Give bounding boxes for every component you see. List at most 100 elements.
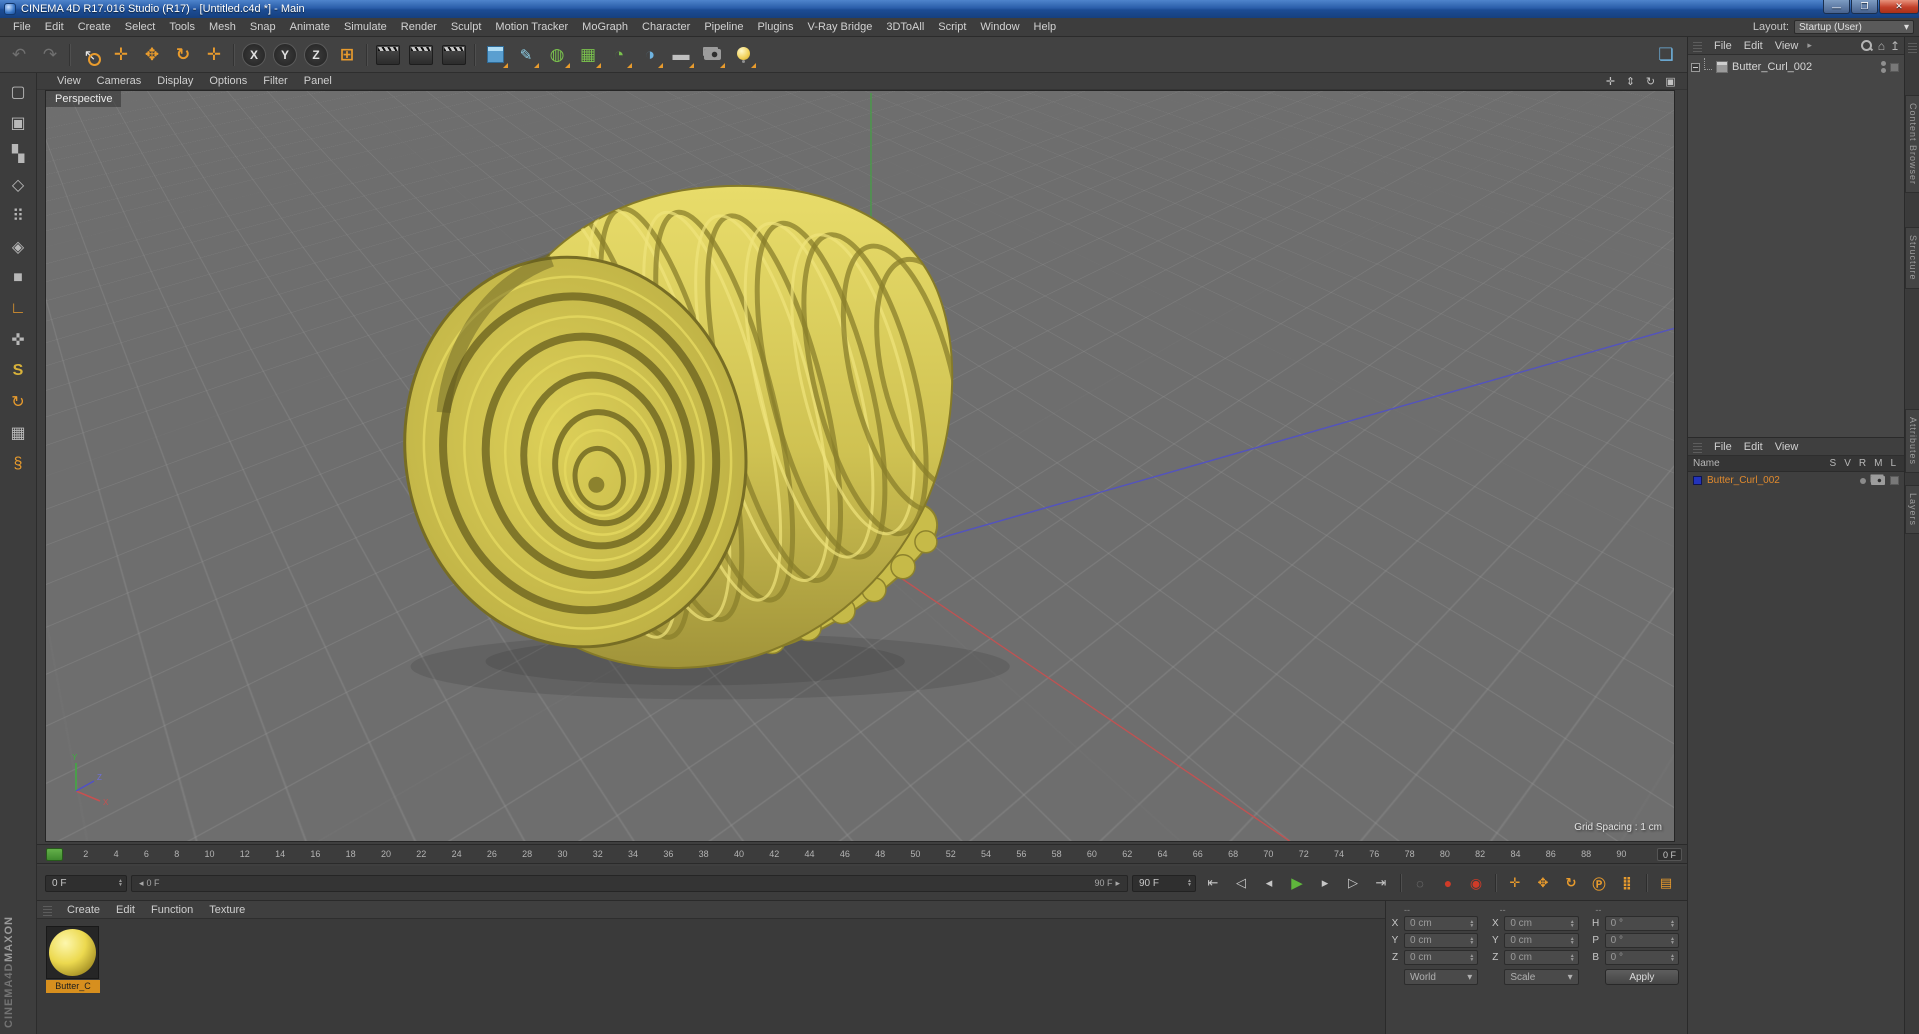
menu-item[interactable]: Simulate [337, 19, 394, 35]
lock-x-axis-button[interactable]: X [242, 42, 266, 67]
display-state-icon[interactable] [1890, 62, 1899, 72]
close-button[interactable]: ✕ [1879, 0, 1919, 14]
current-frame-marker[interactable] [46, 848, 63, 861]
make-editable-button[interactable]: ▢ [4, 78, 32, 106]
panel-grip[interactable] [1693, 440, 1702, 453]
record-scale-button[interactable]: ✥ [1530, 871, 1556, 895]
stepper-icon[interactable]: ▲ ▼ [1187, 879, 1193, 888]
viewport-menu-item[interactable]: Options [201, 75, 255, 87]
menu-item[interactable]: Tools [162, 19, 202, 35]
layer-manager-menu-item[interactable]: Edit [1738, 441, 1769, 453]
lock-z-axis-button[interactable]: Z [304, 42, 328, 67]
menu-item[interactable]: Select [118, 19, 163, 35]
edges-mode-button[interactable]: ◈ [4, 233, 32, 261]
viewport-menu-item[interactable]: View [49, 75, 89, 87]
add-spline-button[interactable]: ✎ [511, 40, 541, 70]
menu-item[interactable]: Character [635, 19, 697, 35]
layer-name[interactable]: Butter_Curl_002 [1707, 475, 1780, 486]
snap-toggle-button[interactable]: S [4, 357, 32, 385]
size-y-field[interactable]: 0 cm ▲ ▼ [1504, 933, 1579, 948]
panel-grip[interactable] [1693, 39, 1702, 52]
menu-item[interactable]: MoGraph [575, 19, 635, 35]
undo-button[interactable]: ↶ [4, 40, 34, 70]
apply-button[interactable]: Apply [1604, 969, 1679, 985]
lock-y-axis-button[interactable]: Y [273, 42, 297, 67]
panel-grip[interactable] [43, 903, 52, 916]
material-menu-item[interactable]: Edit [108, 904, 143, 916]
next-key-button[interactable]: ▷ [1340, 871, 1366, 895]
timeline-ruler[interactable]: 0246810121416182022242628303234363840424… [37, 844, 1687, 864]
material-item[interactable]: Butter_C [46, 926, 100, 993]
menu-item[interactable]: Animate [283, 19, 337, 35]
record-parameter-button[interactable]: Ⓟ [1586, 871, 1612, 895]
world-dropdown[interactable]: World ▾ [1404, 969, 1479, 985]
render-view-button[interactable] [373, 40, 403, 70]
minimize-button[interactable]: — [1823, 0, 1850, 14]
zoom-view-icon[interactable]: ⇕ [1622, 74, 1639, 88]
workplane-snap-button[interactable]: ↻ [4, 388, 32, 416]
goto-start-button[interactable]: ⇤ [1200, 871, 1226, 895]
material-menu-item[interactable]: Function [143, 904, 201, 916]
coordinate-system-button[interactable]: ⊞ [332, 40, 362, 70]
next-frame-button[interactable]: ▸ [1312, 871, 1338, 895]
end-frame-field[interactable]: 90 F ▲ ▼ [1132, 874, 1196, 892]
add-generator-button[interactable]: ◔ [604, 40, 634, 70]
object-manager-menu-item[interactable]: Edit [1738, 40, 1769, 52]
record-rotation-button[interactable]: ↻ [1558, 871, 1584, 895]
menu-item[interactable]: File [6, 19, 38, 35]
cube-object-icon[interactable] [1716, 61, 1728, 73]
rotation-b-field[interactable]: 0 ° ▲ ▼ [1604, 950, 1679, 965]
tab-layers[interactable]: Layers [1905, 485, 1919, 535]
solo-dot-icon[interactable] [1860, 477, 1866, 484]
search-icon[interactable] [1860, 39, 1873, 52]
position-x-field[interactable]: 0 cm ▲ ▼ [1404, 916, 1479, 931]
render-settings-button[interactable] [439, 40, 469, 70]
lock-state-icon[interactable] [1890, 476, 1899, 485]
scale-dropdown[interactable]: Scale ▾ [1504, 969, 1579, 985]
add-primitive-button[interactable] [480, 40, 510, 70]
rotation-h-field[interactable]: 0 ° ▲ ▼ [1604, 916, 1679, 931]
size-z-field[interactable]: 0 cm ▲ ▼ [1504, 950, 1579, 965]
quantize-button[interactable]: § [4, 450, 32, 478]
menu-item[interactable]: Plugins [750, 19, 800, 35]
object-row[interactable]: Butter_Curl_002 [1688, 58, 1904, 76]
last-used-tool-button[interactable]: ✛ [199, 40, 229, 70]
keyframe-selection-button[interactable]: ◌ [1407, 871, 1433, 895]
stepper-icon[interactable]: ▲ ▼ [118, 879, 124, 888]
rotate-view-icon[interactable]: ↻ [1642, 74, 1659, 88]
perspective-viewport[interactable]: Perspective Grid Spacing : 1 cm Y X Z [45, 90, 1675, 842]
menu-item[interactable]: Motion Tracker [488, 19, 575, 35]
size-x-field[interactable]: 0 cm ▲ ▼ [1504, 916, 1579, 931]
viewport-menu-item[interactable]: Filter [255, 75, 295, 87]
lock-workplane-button[interactable]: ▦ [4, 419, 32, 447]
rotation-p-field[interactable]: 0 ° ▲ ▼ [1604, 933, 1679, 948]
add-light-button[interactable] [728, 40, 758, 70]
object-name[interactable]: Butter_Curl_002 [1732, 61, 1812, 73]
menu-item[interactable]: Help [1027, 19, 1064, 35]
toggle-view-icon[interactable]: ▣ [1662, 74, 1679, 88]
redo-button[interactable]: ↷ [35, 40, 65, 70]
tab-attributes[interactable]: Attributes [1905, 409, 1919, 474]
viewport-label[interactable]: Perspective [46, 91, 122, 107]
object-manager-menu-item[interactable]: View [1769, 40, 1805, 52]
home-icon[interactable]: ⌂ [1878, 39, 1885, 53]
viewport-menu-item[interactable]: Panel [296, 75, 340, 87]
add-camera-button[interactable] [697, 40, 727, 70]
tab-content-browser[interactable]: Content Browser [1905, 95, 1919, 194]
goto-end-button[interactable]: ⇥ [1368, 871, 1394, 895]
object-manager[interactable]: Butter_Curl_002 [1688, 55, 1904, 437]
material-menu-item[interactable]: Texture [201, 904, 253, 916]
layer-manager-menu-item[interactable]: View [1769, 441, 1805, 453]
menu-item[interactable]: Sculpt [444, 19, 489, 35]
prev-key-button[interactable]: ◁ [1228, 871, 1254, 895]
add-environment-button[interactable]: ▬ [666, 40, 696, 70]
camera-icon[interactable] [1871, 476, 1885, 485]
menu-item[interactable]: V-Ray Bridge [801, 19, 880, 35]
tweak-mode-button[interactable]: ✜ [4, 326, 32, 354]
add-deformer-button[interactable]: ◑ [635, 40, 665, 70]
current-frame-field[interactable]: 0 F ▲ ▼ [45, 874, 127, 892]
layout-palette-button[interactable]: ❏ [1651, 40, 1681, 70]
menu-item[interactable]: Window [973, 19, 1026, 35]
scale-tool-button[interactable]: ✥ [137, 40, 167, 70]
menu-item[interactable]: 3DToAll [879, 19, 931, 35]
